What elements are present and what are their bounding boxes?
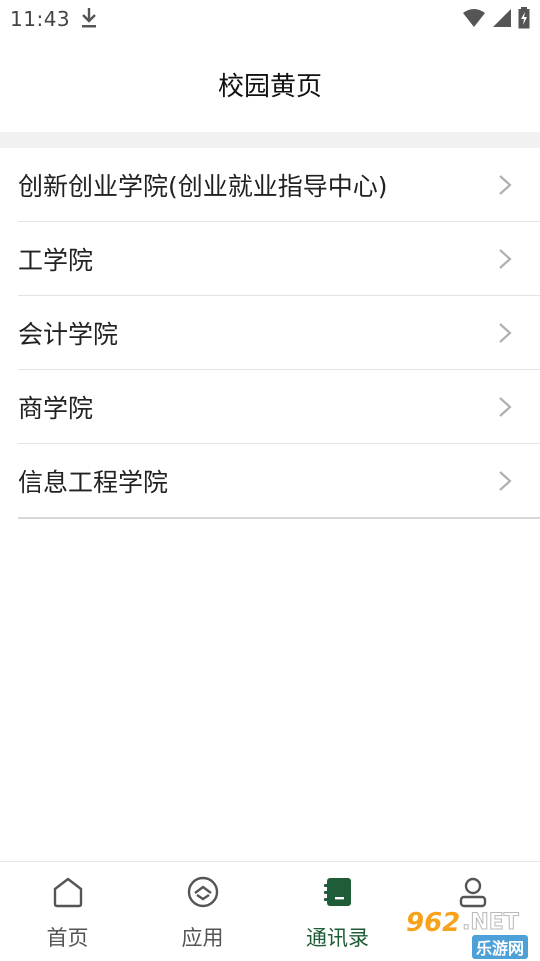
- status-time: 11:43: [10, 7, 71, 31]
- chevron-right-icon: [499, 323, 512, 343]
- signal-icon: [493, 9, 511, 27]
- watermark-domain: .NET: [462, 910, 520, 936]
- watermark-sub: 乐游网: [472, 935, 529, 959]
- page-title: 校园黄页: [217, 71, 322, 102]
- watermark-logo: 962 .NET 乐游网: [400, 908, 534, 959]
- nav-label-apps: 应用: [181, 926, 224, 950]
- list-item-college[interactable]: 创新创业学院(创业就业指导中心): [18, 148, 540, 222]
- wifi-icon: [463, 9, 485, 27]
- section-divider: [0, 132, 540, 148]
- status-icons: [462, 7, 530, 29]
- profile-icon: [453, 872, 493, 912]
- battery-icon: [518, 7, 530, 29]
- nav-label-contacts: 通讯录: [306, 926, 369, 950]
- download-icon: [80, 7, 98, 33]
- chevron-right-icon: [499, 249, 512, 269]
- watermark-brand: 962: [406, 908, 461, 938]
- home-icon: [48, 872, 88, 912]
- list-item-label: 创新创业学院(创业就业指导中心): [18, 171, 388, 201]
- apps-icon: [183, 872, 223, 912]
- chevron-right-icon: [499, 471, 512, 491]
- college-list: 创新创业学院(创业就业指导中心) 工学院 会计学院 商学院 信息工程学院: [0, 148, 540, 519]
- list-item-college[interactable]: 信息工程学院: [18, 444, 540, 519]
- title-bar: 校园黄页: [0, 36, 540, 132]
- list-item-label: 商学院: [18, 393, 94, 423]
- chevron-right-icon: [499, 175, 512, 195]
- list-item-label: 工学院: [18, 245, 94, 275]
- chevron-right-icon: [499, 397, 512, 417]
- nav-item-contacts[interactable]: 通讯录: [270, 862, 405, 961]
- status-bar: 11:43: [0, 0, 540, 36]
- list-item-college[interactable]: 会计学院: [18, 296, 540, 370]
- nav-item-home[interactable]: 首页: [0, 862, 135, 961]
- nav-item-apps[interactable]: 应用: [135, 862, 270, 961]
- list-item-college[interactable]: 工学院: [18, 222, 540, 296]
- list-item-label: 信息工程学院: [18, 467, 169, 497]
- contacts-book-icon: [318, 872, 358, 912]
- nav-label-home: 首页: [46, 926, 89, 950]
- list-item-college[interactable]: 商学院: [18, 370, 540, 444]
- list-item-label: 会计学院: [18, 319, 119, 349]
